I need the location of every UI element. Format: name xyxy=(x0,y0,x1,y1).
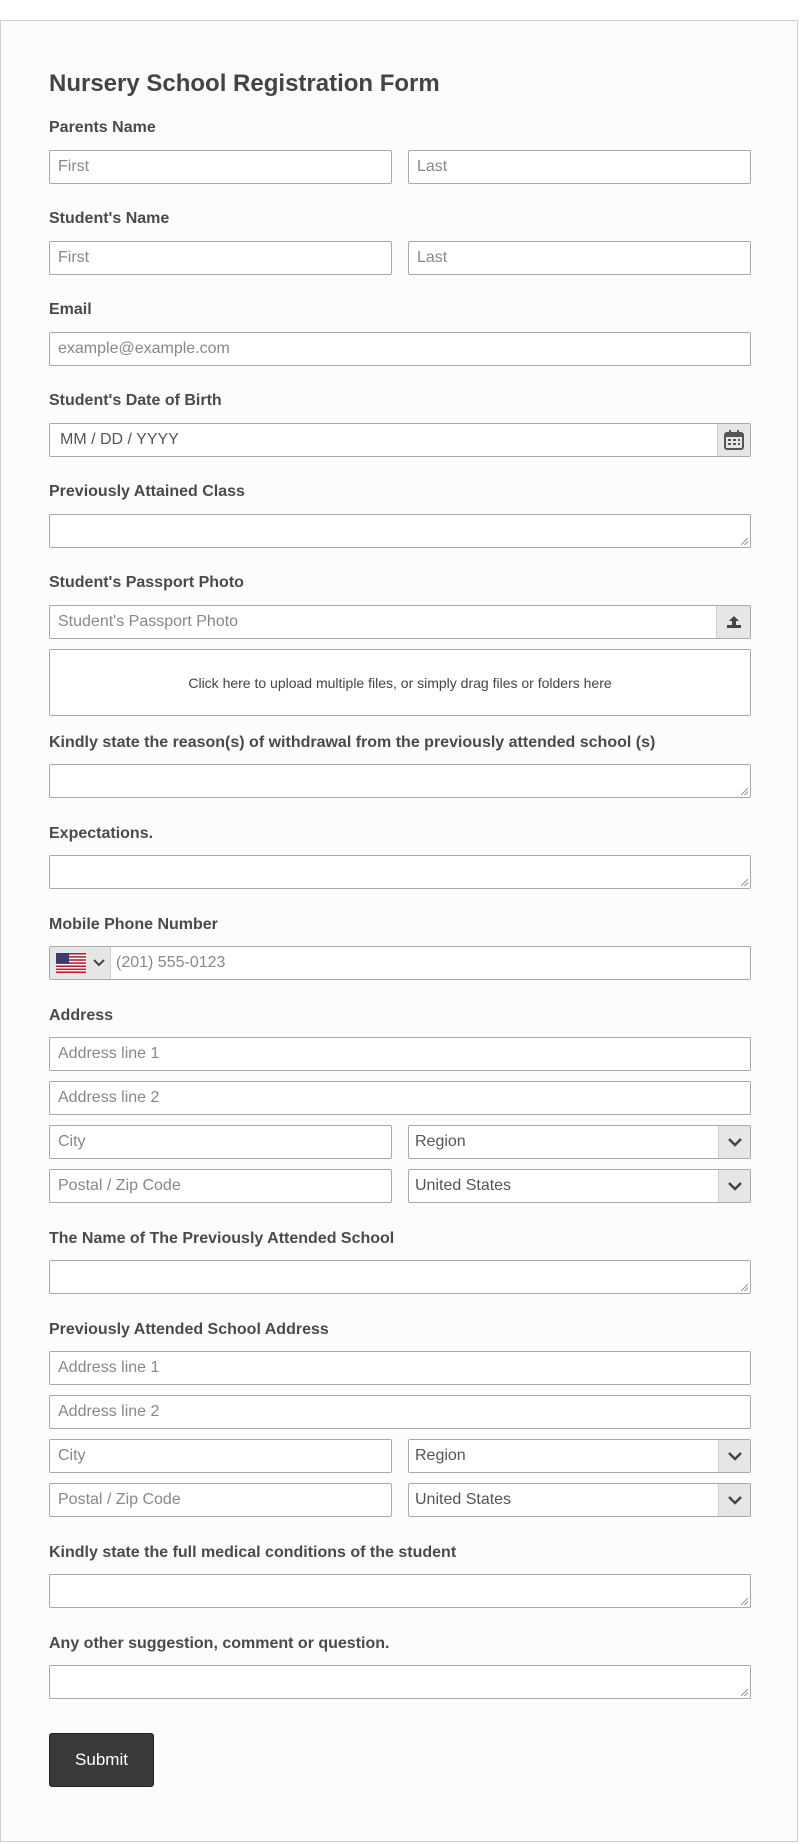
prev-school-name-textarea[interactable] xyxy=(49,1260,751,1294)
prev-school-region-value: Region xyxy=(415,1447,466,1464)
prev-school-address-line2-input[interactable]: Address line 2 xyxy=(49,1395,751,1429)
dob-label: Student's Date of Birth xyxy=(49,392,222,409)
dob-placeholder: MM / DD / YYYY xyxy=(60,431,179,448)
prev-school-address-label: Previously Attended School Address xyxy=(49,1321,329,1338)
comments-label: Any other suggestion, comment or questio… xyxy=(49,1635,390,1652)
chevron-down-icon xyxy=(718,1126,750,1158)
chevron-down-icon xyxy=(93,959,105,967)
students-name-label: Student's Name xyxy=(49,210,170,227)
postal-code-input[interactable]: Postal / Zip Code xyxy=(49,1169,392,1203)
phone-placeholder: (201) 555-0123 xyxy=(116,954,226,971)
upload-icon[interactable] xyxy=(716,606,750,638)
address-line1-input[interactable]: Address line 1 xyxy=(49,1037,751,1071)
passport-photo-placeholder: Student's Passport Photo xyxy=(58,613,239,630)
chevron-down-icon xyxy=(718,1440,750,1472)
previous-class-textarea[interactable] xyxy=(49,514,751,548)
passport-photo-label: Student's Passport Photo xyxy=(49,574,244,591)
prev-school-address-line1-input[interactable]: Address line 1 xyxy=(49,1351,751,1385)
parents-last-name-input[interactable]: Last xyxy=(408,150,751,184)
withdrawal-reason-textarea[interactable] xyxy=(49,764,751,798)
dob-input[interactable]: MM / DD / YYYY xyxy=(49,423,751,457)
country-select-value: United States xyxy=(415,1177,512,1194)
city-input[interactable]: City xyxy=(49,1125,392,1159)
address-label: Address xyxy=(49,1007,114,1024)
prev-school-country-select[interactable]: United States xyxy=(408,1483,751,1517)
passport-photo-input[interactable]: Student's Passport Photo xyxy=(49,605,751,639)
prev-school-country-value: United States xyxy=(415,1491,512,1508)
page-title: Nursery School Registration Form xyxy=(49,70,440,97)
calendar-icon[interactable] xyxy=(717,424,750,456)
email-label: Email xyxy=(49,301,92,318)
prev-school-postal-input[interactable]: Postal / Zip Code xyxy=(49,1483,392,1517)
country-select[interactable]: United States xyxy=(408,1169,751,1203)
prev-school-city-input[interactable]: City xyxy=(49,1439,392,1473)
parents-name-label: Parents Name xyxy=(49,119,156,136)
address-line2-input[interactable]: Address line 2 xyxy=(49,1081,751,1115)
chevron-down-icon xyxy=(718,1170,750,1202)
file-dropzone[interactable]: Click here to upload multiple files, or … xyxy=(49,649,751,716)
comments-textarea[interactable] xyxy=(49,1665,751,1699)
submit-button[interactable]: Submit xyxy=(49,1733,154,1787)
phone-input[interactable]: (201) 555-0123 xyxy=(49,946,751,980)
prev-school-name-label: The Name of The Previously Attended Scho… xyxy=(49,1230,395,1247)
student-first-name-input[interactable]: First xyxy=(49,241,392,275)
expectations-textarea[interactable] xyxy=(49,855,751,889)
chevron-down-icon xyxy=(718,1484,750,1516)
parents-first-name-input[interactable]: First xyxy=(49,150,392,184)
region-select-value: Region xyxy=(415,1133,466,1150)
student-last-name-input[interactable]: Last xyxy=(408,241,751,275)
country-code-selector[interactable] xyxy=(50,947,111,979)
medical-textarea[interactable] xyxy=(49,1574,751,1608)
region-select[interactable]: Region xyxy=(408,1125,751,1159)
previous-class-label: Previously Attained Class xyxy=(49,483,245,500)
withdrawal-reason-label: Kindly state the reason(s) of withdrawal… xyxy=(49,734,656,751)
prev-school-region-select[interactable]: Region xyxy=(408,1439,751,1473)
medical-label: Kindly state the full medical conditions… xyxy=(49,1544,457,1561)
email-field[interactable]: example@example.com xyxy=(49,332,751,366)
expectations-label: Expectations. xyxy=(49,825,154,842)
us-flag-icon xyxy=(56,953,86,973)
phone-label: Mobile Phone Number xyxy=(49,916,218,933)
